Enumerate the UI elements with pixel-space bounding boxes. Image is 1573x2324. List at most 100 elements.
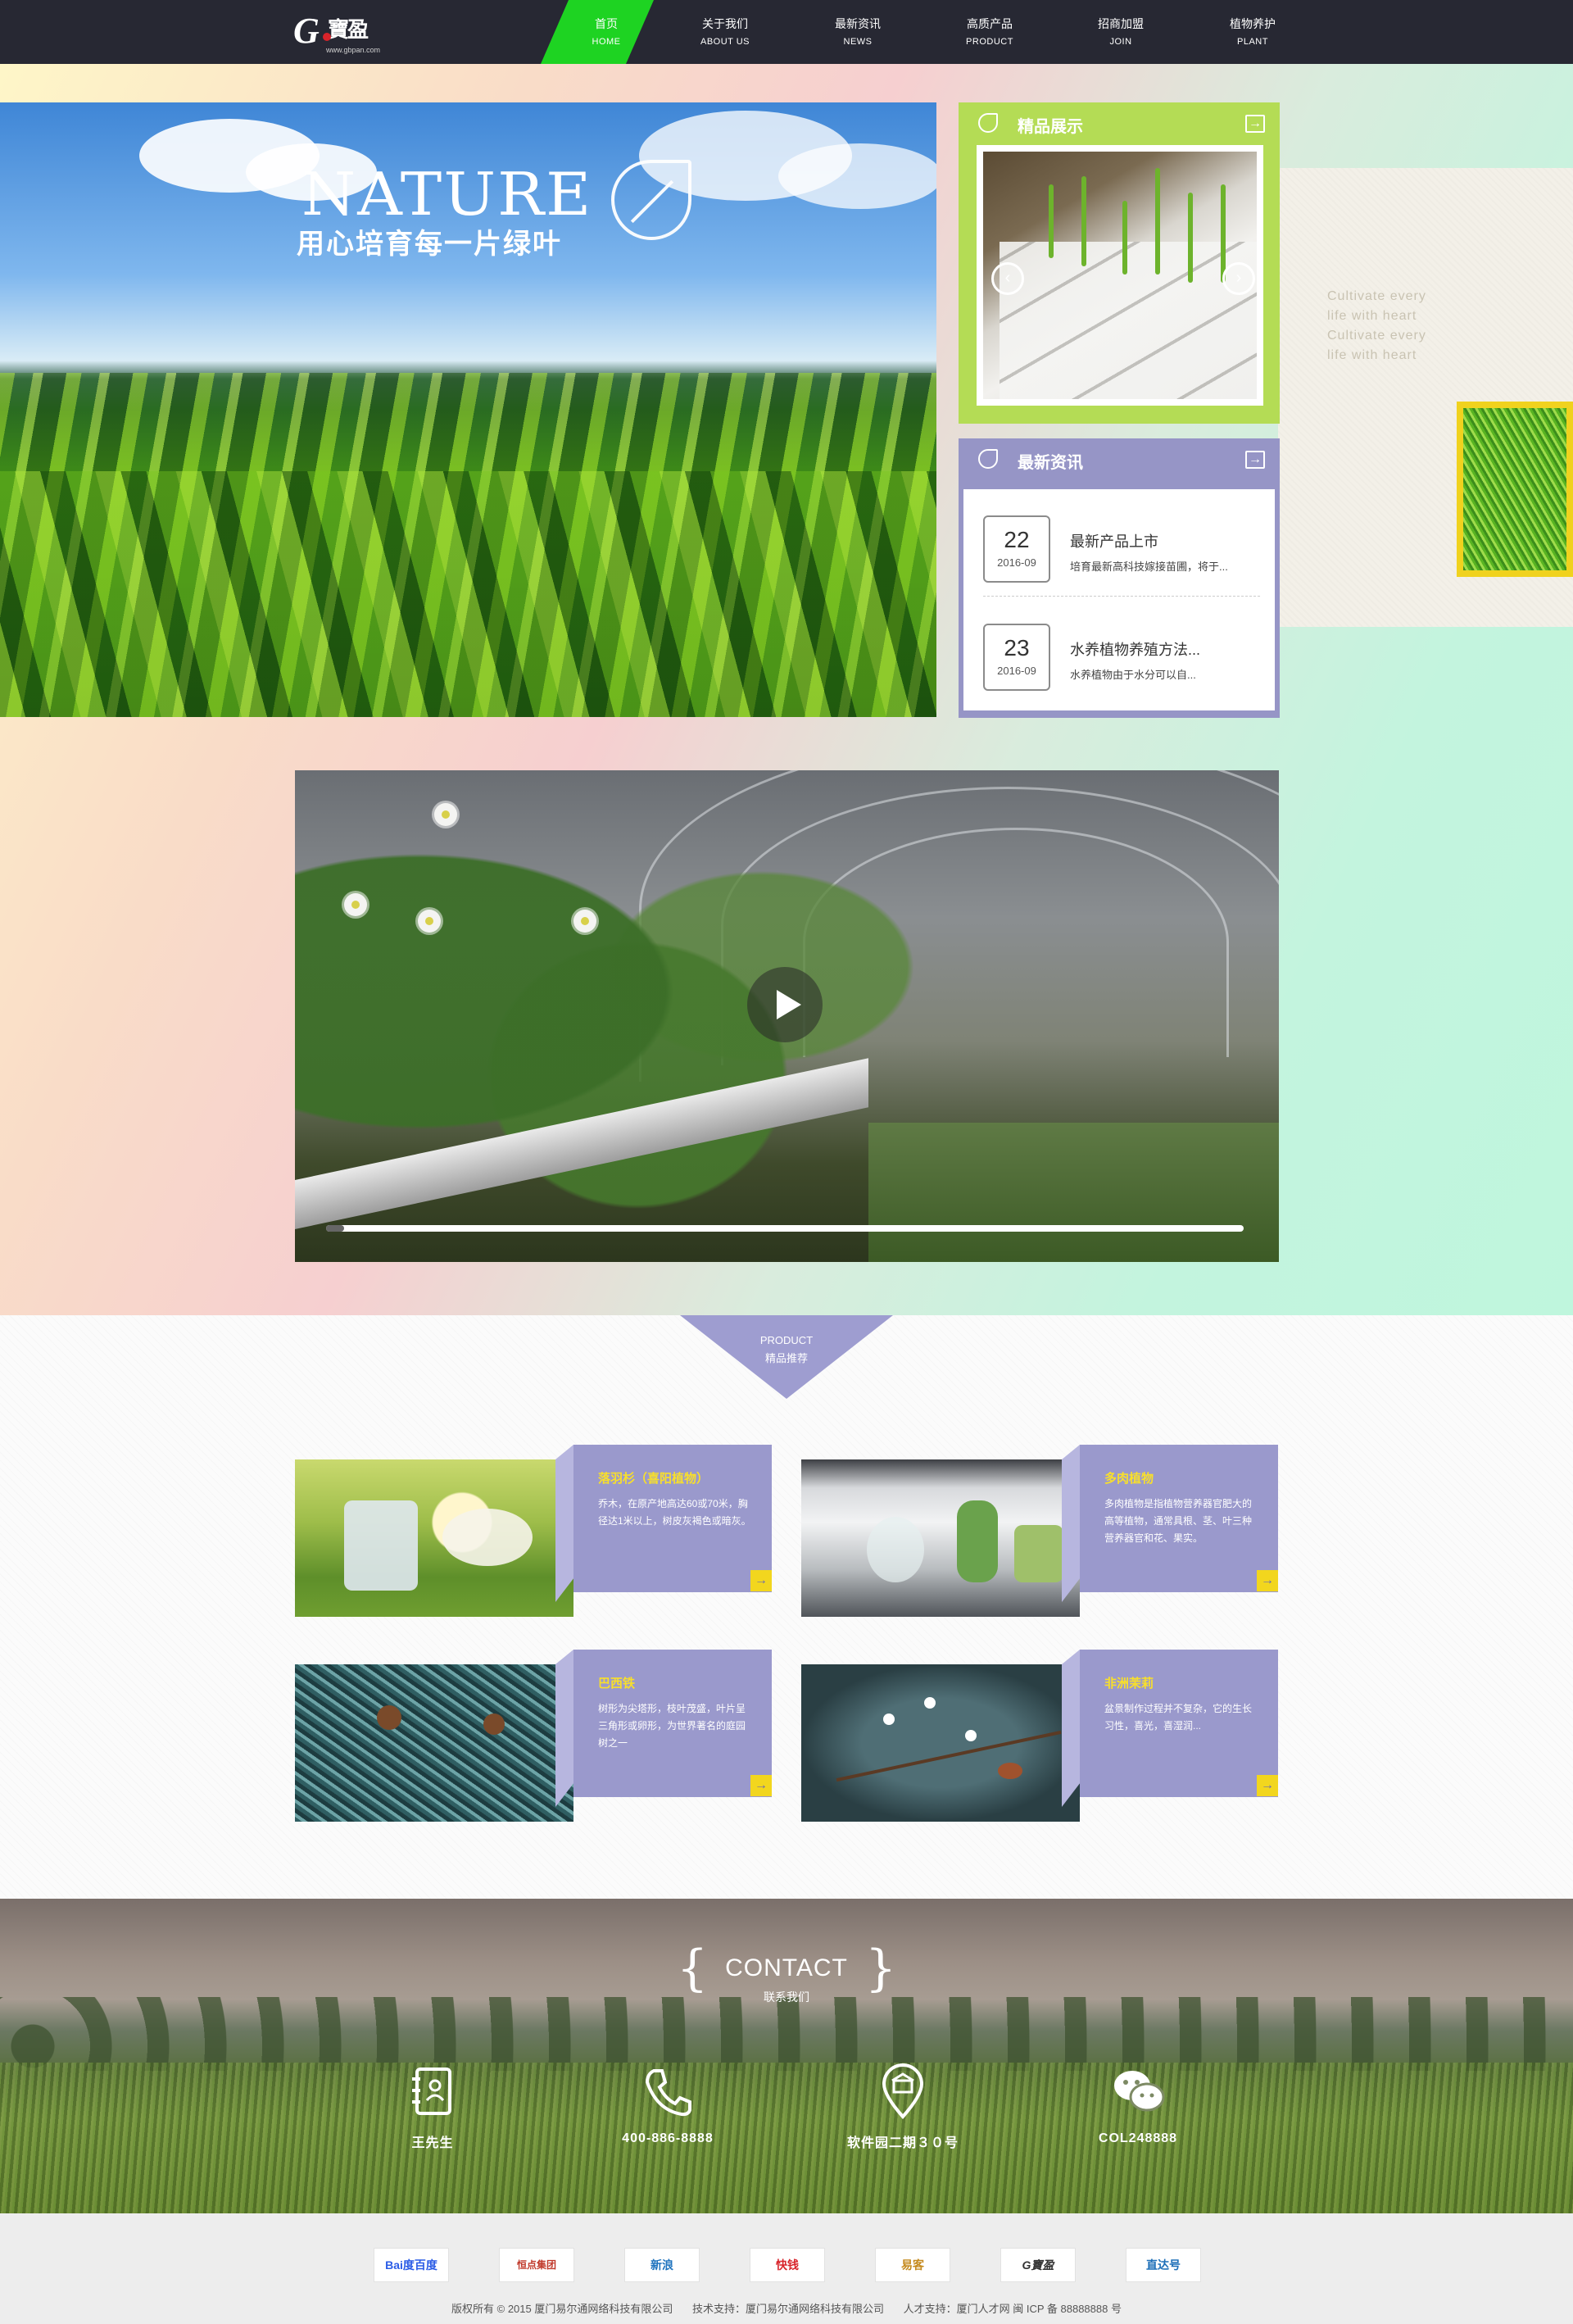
partner-logo-hengdian[interactable]: 恒点集团 <box>499 2248 574 2282</box>
nav-item-home[interactable]: 首页 HOME <box>541 0 672 64</box>
carousel-next-button[interactable]: › <box>1222 262 1255 295</box>
nav-label-cn: 高质产品 <box>967 17 1013 30</box>
arrow-right-icon[interactable]: → <box>750 1775 772 1796</box>
logo-g-mark: G <box>293 11 320 51</box>
partner-logo-baidu[interactable]: Bai度百度 <box>374 2248 449 2282</box>
left-brace: { <box>677 1940 709 1997</box>
news-summary: 水养植物由于水分可以自... <box>1070 669 1196 681</box>
news-year-month: 2016-09 <box>997 665 1036 677</box>
news-divider <box>983 596 1260 597</box>
product-info-panel: 多肉植物 多肉植物是指植物营养器官肥大的高等植物，通常具根、茎、叶三种营养器官和… <box>1080 1445 1278 1592</box>
treeline <box>0 1997 1573 2071</box>
nav-label-en: JOIN <box>1109 37 1132 47</box>
product-card[interactable]: 巴西铁 树形为尖塔形，枝叶茂盛，叶片呈三角形或卵形，为世界著名的庭园树之一 → <box>295 1650 772 1822</box>
video-progress-bar[interactable] <box>326 1225 1244 1232</box>
nav-item-plant[interactable]: 植物养护 PLANT <box>1187 0 1318 64</box>
partner-logo-gbaoying[interactable]: G寶盈 <box>1000 2248 1076 2282</box>
nav-label-cn: 首页 <box>595 17 618 30</box>
product-photo <box>295 1664 573 1822</box>
contact-wechat: COL248888 <box>1098 2131 1178 2145</box>
talent-support-text: 人才支持：厦门人才网 闽 ICP 备 88888888 号 <box>903 2303 1122 2315</box>
nav-item-about[interactable]: 关于我们 ABOUT US <box>660 0 791 64</box>
contact-subtitle: 联系我们 <box>764 1990 809 2004</box>
grass-field <box>0 2063 1573 2213</box>
sprout <box>1122 201 1127 275</box>
more-arrow-icon[interactable]: → <box>1245 115 1265 133</box>
featured-panel-header: 精品展示 → <box>959 102 1280 143</box>
news-list: 22 2016-09 最新产品上市 培育最新高科技嫁接苗圃，将于... 23 2… <box>963 489 1275 710</box>
featured-image-carousel: ‹ › <box>977 145 1263 406</box>
site-footer: Bai度百度 恒点集团 新浪 快钱 易客 G寶盈 直达号 版权所有 © 2015… <box>0 2213 1573 2324</box>
news-title: 最新产品上市 <box>1070 533 1158 550</box>
greenhouse-floor <box>868 1123 1279 1262</box>
product-description: 盆景制作过程并不复杂，它的生长习性，喜光，喜湿润... <box>1104 1703 1253 1732</box>
partner-logo-zhidahao[interactable]: 直达号 <box>1126 2248 1201 2282</box>
site-logo[interactable]: G 寶盈 www.gbpan.com <box>293 8 380 56</box>
nav-item-news[interactable]: 最新资讯 NEWS <box>792 0 923 64</box>
nav-label-en: NEWS <box>843 37 873 47</box>
right-brace: } <box>865 1940 897 1997</box>
news-item[interactable]: 23 2016-09 水养植物养殖方法... 水养植物由于水分可以自... <box>983 612 1260 694</box>
news-date-badge: 22 2016-09 <box>983 515 1050 583</box>
arrow-right-icon[interactable]: → <box>750 1570 772 1591</box>
sprout <box>1049 184 1054 258</box>
news-summary: 培育最新高科技嫁接苗圃，将于... <box>1070 561 1228 573</box>
news-title: 水养植物养殖方法... <box>1070 642 1201 658</box>
leaf-outline-icon <box>978 449 998 469</box>
product-card[interactable]: 非洲茉莉 盆景制作过程并不复杂，它的生长习性，喜光，喜湿润... → <box>801 1650 1278 1822</box>
product-title: 多肉植物 <box>1104 1472 1154 1486</box>
video-player[interactable] <box>295 770 1279 1262</box>
product-title: 落羽杉（喜阳植物） <box>598 1472 709 1486</box>
contact-item: 王先生 <box>342 2063 523 2151</box>
contact-item: 400-886-8888 <box>578 2063 758 2146</box>
logo-seal-dot <box>323 33 331 41</box>
partner-logo-sina[interactable]: 新浪 <box>624 2248 700 2282</box>
tech-support-text: 技术支持：厦门易尔通网络科技有限公司 <box>691 2303 884 2315</box>
sprout <box>1155 168 1160 275</box>
nav-label-cn: 招商加盟 <box>1098 17 1144 30</box>
contact-address: 软件园二期３０号 <box>846 2136 959 2150</box>
news-date-badge: 23 2016-09 <box>983 624 1050 691</box>
product-section <box>0 1315 1573 1899</box>
product-photo <box>801 1459 1080 1617</box>
leaf-outline-icon <box>978 113 998 133</box>
white-flower <box>434 803 457 826</box>
nav-label-en: PLANT <box>1237 37 1268 47</box>
sprout <box>1188 193 1193 283</box>
product-description: 乔木，在原产地高达60或70米，胸径达1米以上，树皮灰褐色或暗灰。 <box>598 1498 751 1527</box>
side-grass-thumbnail <box>1457 402 1573 577</box>
arrow-right-icon[interactable]: → <box>1257 1570 1278 1591</box>
product-card[interactable]: 落羽杉（喜阳植物） 乔木，在原产地高达60或70米，胸径达1米以上，树皮灰褐色或… <box>295 1445 772 1617</box>
nav-item-product[interactable]: 高质产品 PRODUCT <box>924 0 1055 64</box>
contact-item: 软件园二期３０号 <box>813 2063 993 2151</box>
wechat-icon <box>1114 2071 1165 2112</box>
partner-logo-yike[interactable]: 易客 <box>875 2248 950 2282</box>
nav-label-en: HOME <box>592 37 621 47</box>
logo-chinese-mark: 寶盈 <box>328 18 369 43</box>
contact-phone[interactable]: 400-886-8888 <box>578 2131 758 2146</box>
featured-products-panel: 精品展示 → ‹ › <box>959 102 1280 424</box>
cloud <box>778 143 936 209</box>
arrow-right-icon[interactable]: → <box>1257 1775 1278 1796</box>
white-flower <box>418 910 441 933</box>
leaf-icon <box>611 160 691 240</box>
latest-news-panel: 最新资讯 → 22 2016-09 最新产品上市 培育最新高科技嫁接苗圃，将于.… <box>959 438 1280 718</box>
product-photo <box>801 1664 1080 1822</box>
news-panel-title: 最新资讯 <box>1018 454 1083 472</box>
news-panel-header: 最新资讯 → <box>959 438 1280 479</box>
product-title: 巴西铁 <box>598 1677 636 1691</box>
hero-banner: NATURE 用心培育每一片绿叶 <box>0 102 936 717</box>
product-card[interactable]: 多肉植物 多肉植物是指植物营养器官肥大的高等植物，通常具根、茎、叶三种营养器官和… <box>801 1445 1278 1617</box>
partner-logo-kuaiqian[interactable]: 快钱 <box>750 2248 825 2282</box>
product-info-panel: 落羽杉（喜阳植物） 乔木，在原产地高达60或70米，胸径达1米以上，树皮灰褐色或… <box>573 1445 772 1592</box>
copyright-line: 版权所有 © 2015 厦门易尔通网络科技有限公司 技术支持：厦门易尔通网络科技… <box>0 2300 1573 2316</box>
sprout <box>1081 176 1086 266</box>
carousel-prev-button[interactable]: ‹ <box>991 262 1024 295</box>
hero-title-cn: 用心培育每一片绿叶 <box>297 228 562 261</box>
nav-item-join[interactable]: 招商加盟 JOIN <box>1055 0 1186 64</box>
more-arrow-icon[interactable]: → <box>1245 451 1265 469</box>
white-flower <box>573 910 596 933</box>
contact-item: COL248888 <box>1048 2063 1228 2146</box>
play-button[interactable] <box>747 967 823 1042</box>
news-item[interactable]: 22 2016-09 最新产品上市 培育最新高科技嫁接苗圃，将于... <box>983 504 1260 586</box>
